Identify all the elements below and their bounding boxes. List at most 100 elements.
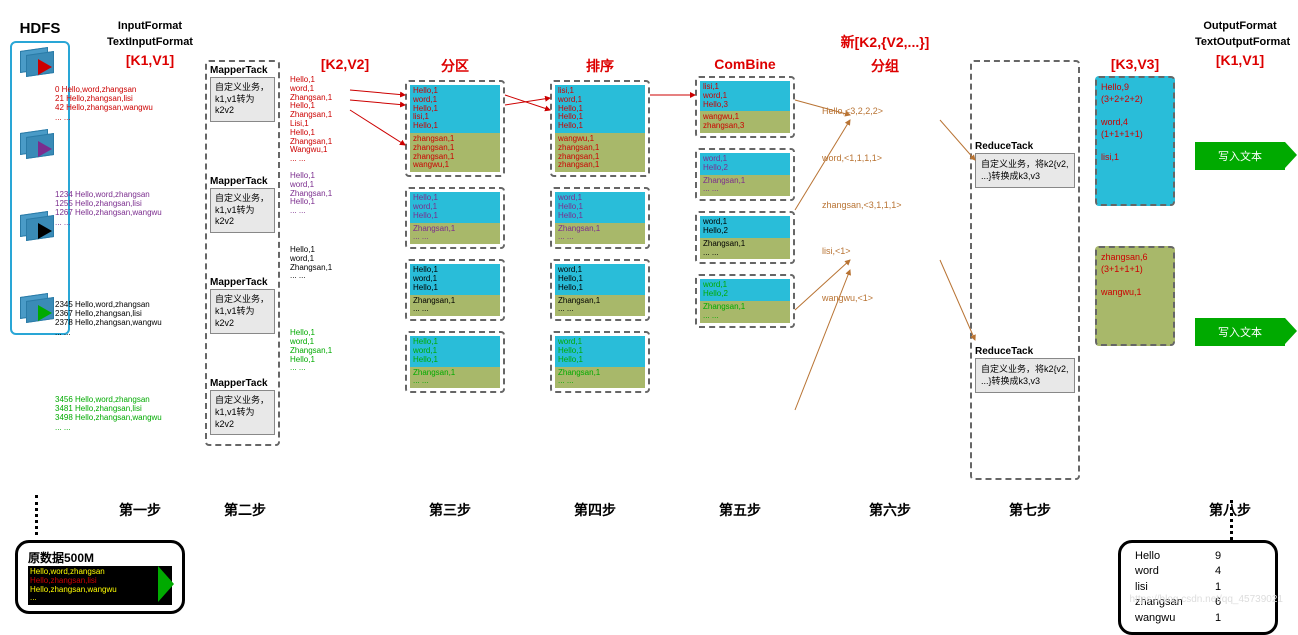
watermark: https://blog.csdn.net/qq_45739021 (1130, 594, 1283, 605)
kv2-line: ... ... (290, 272, 400, 281)
input-line: 1234 Hello,word,zhangsan (55, 190, 195, 199)
output-line (1101, 140, 1169, 152)
combine-line: ... ... (703, 249, 787, 258)
sort-line: ... ... (558, 233, 642, 242)
dotted-connector (1230, 500, 1233, 540)
output-line: (1+1+1+1) (1101, 129, 1169, 141)
sort-line: Hello,1 (558, 212, 642, 221)
mapper-container: MapperTack 自定义业务，k1,v1转为k2v2 MapperTack … (205, 60, 280, 446)
output-box-1: Hello,9(3+2+2+2) word,4(1+1+1+1) lisi,1 (1095, 76, 1175, 206)
input-line: 3498 Hello,zhangsan,wangwu (55, 413, 195, 422)
input-line: 2378 Hello,zhangsan,wangwu (55, 318, 195, 327)
result-box: Hello9word4lisi1zhangsan6wangwu1 (1118, 540, 1278, 635)
input-line: 21 Hello,zhangsan,lisi (55, 94, 195, 103)
write-button-2: 写入文本 (1195, 318, 1285, 346)
shuffle-line: word,<1,1,1,1> (822, 135, 948, 182)
input-line: 3481 Hello,zhangsan,lisi (55, 404, 195, 413)
shuffle-line: zhangsan,<3,1,1,1> (822, 182, 948, 229)
mapper-box: 自定义业务，k1,v1转为k2v2 (210, 77, 275, 122)
partition-line: Hello,1 (413, 212, 497, 221)
sort-box: lisi,1word,1Hello,1Hello,1Hello,1 wangwu… (550, 80, 650, 177)
kv2-black: Hello,1word,1Zhangsan,1... ... (290, 246, 400, 281)
kv2-line: ... ... (290, 155, 400, 164)
kv2-green: Hello,1word,1Zhangsan,1Hello,1... ... (290, 329, 400, 373)
k2v2-header: [K2,V2] (290, 56, 400, 72)
sort-line: Hello,1 (558, 356, 642, 365)
step-2: 第二步 (210, 500, 280, 520)
partition-line: Hello,1 (413, 356, 497, 365)
mapper-label: MapperTack (210, 65, 275, 76)
output-line: (3+2+2+2) (1101, 94, 1169, 106)
input-lines-green: 3456 Hello,word,zhangsan3481 Hello,zhang… (55, 395, 195, 432)
input-line: 2345 Hello,word,zhangsan (55, 300, 195, 309)
hdfs-header: HDFS (10, 20, 70, 37)
shuffle-line: Hello,<3,2,2,2> (822, 88, 948, 135)
input-lines-black: 2345 Hello,word,zhangsan2367 Hello,zhang… (55, 300, 195, 337)
sort-header: 排序 (550, 56, 650, 76)
partition-box: Hello,1word,1Hello,1 Zhangsan,1... ... (405, 259, 505, 321)
textinputformat-header: TextInputFormat (100, 36, 200, 48)
sort-line: Hello,1 (558, 122, 642, 131)
combine-line: Hello,2 (703, 290, 787, 299)
reduce-box: 自定义业务，将k2{v2, ...}转换成k3,v3 (975, 153, 1075, 188)
partition-line: ... ... (413, 305, 497, 314)
shuffle-values: Hello,<3,2,2,2>word,<1,1,1,1>zhangsan,<3… (820, 80, 950, 330)
combine-box: word,1Hello,2 Zhangsan,1... ... (695, 274, 795, 327)
sort-line: zhangsan,1 (558, 161, 642, 170)
partition-line: ... ... (413, 377, 497, 386)
mapper-label: MapperTack (210, 277, 275, 288)
input-line: 0 Hello,word,zhangsan (55, 85, 195, 94)
reduce-box: 自定义业务，将k2{v2, ...}转换成k3,v3 (975, 358, 1075, 393)
step-7: 第七步 (995, 500, 1065, 520)
dotted-connector (35, 495, 38, 535)
step-3: 第三步 (415, 500, 485, 520)
partition-box: Hello,1word,1Hello,1lisi,1Hello,1 zhangs… (405, 80, 505, 177)
source-data-box: 原数据500M Hello,word,zhangsan Hello,zhangs… (15, 540, 185, 614)
input-line: 42 Hello,zhangsan,wangwu (55, 103, 195, 112)
partition-box: Hello,1word,1Hello,1 Zhangsan,1... ... (405, 331, 505, 393)
group-header: 新[K2,{V2,...}] (820, 32, 950, 52)
reduce-container: ReduceTack 自定义业务，将k2{v2, ...}转换成k3,v3 Re… (970, 60, 1080, 480)
sort-box: word,1Hello,1Hello,1 Zhangsan,1... ... (550, 187, 650, 249)
partition-line: Hello,1 (413, 284, 497, 293)
result-row: lisi1 (1135, 580, 1261, 595)
outputformat-header: OutputFormat (1195, 20, 1285, 32)
kv2-line: Hello,1 (290, 198, 400, 207)
kv2-purple: Hello,1word,1Zhangsan,1Hello,1... ... (290, 172, 400, 216)
source-title: 原数据500M (28, 549, 172, 566)
combine-box: lisi,1word,1Hello,3 wangwu,1zhangsan,3 (695, 76, 795, 138)
kv2-line: Wangwu,1 (290, 146, 400, 155)
hdfs-node-icon (20, 295, 60, 327)
output-line: word,4 (1101, 117, 1169, 129)
output-line: lisi,1 (1101, 152, 1169, 164)
group-sub-header: 分组 (820, 56, 950, 76)
shuffle-line: lisi,<1> (822, 228, 948, 275)
mapper-label: MapperTack (210, 176, 275, 187)
combine-line: Hello,2 (703, 164, 787, 173)
hdfs-node-icon (20, 131, 60, 163)
step-1: 第一步 (105, 500, 175, 520)
kv2-line: ... ... (290, 207, 400, 216)
k1v1out-header: [K1,V1] (1195, 52, 1285, 68)
input-line: ... ... (55, 328, 195, 337)
output-line (1101, 275, 1169, 287)
textoutputformat-header: TextOutputFormat (1195, 36, 1285, 48)
step-5: 第五步 (705, 500, 775, 520)
kv2-line: Hello,1 (290, 356, 400, 365)
sort-line: Hello,1 (558, 284, 642, 293)
input-line: ... ... (55, 113, 195, 122)
source-row: Hello,zhangsan,wangwu (30, 586, 154, 595)
mapper-box: 自定义业务，k1,v1转为k2v2 (210, 390, 275, 435)
mapper-box: 自定义业务，k1,v1转为k2v2 (210, 188, 275, 233)
sort-line: ... ... (558, 305, 642, 314)
combine-line: Hello,3 (703, 101, 787, 110)
combine-line: zhangsan,3 (703, 122, 787, 131)
partition-line: Hello,1 (413, 122, 497, 131)
mapper-box: 自定义业务，k1,v1转为k2v2 (210, 289, 275, 334)
result-row: word4 (1135, 564, 1261, 579)
input-line: 1267 Hello,zhangsan,wangwu (55, 208, 195, 217)
input-line: ... ... (55, 423, 195, 432)
kv2-red: Hello,1word,1Zhangsan,1Hello,1Zhangsan,1… (290, 76, 400, 164)
hdfs-node-icon (20, 49, 60, 81)
input-lines-purple: 1234 Hello,word,zhangsan1255 Hello,zhang… (55, 190, 195, 227)
